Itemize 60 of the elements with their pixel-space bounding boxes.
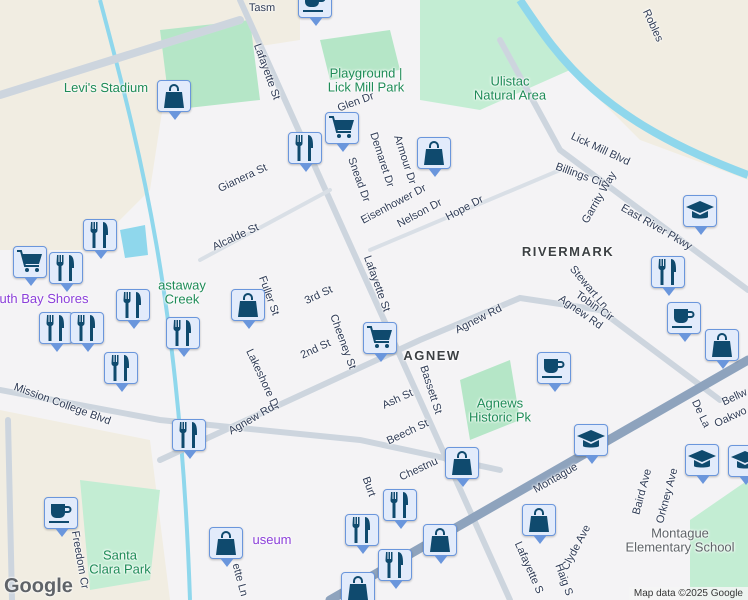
shopping-bag-icon	[451, 451, 473, 475]
fork-knife-icon	[384, 552, 406, 578]
street-label: Bellw	[720, 387, 748, 408]
fork-knife-icon	[55, 255, 77, 281]
graduation-cap-icon	[577, 430, 605, 450]
place-label: useum	[252, 533, 292, 547]
street-label: Burt	[359, 476, 377, 498]
street-label: Tasm	[248, 3, 276, 15]
street-label: 3rd St	[303, 284, 335, 308]
street-label: Glen Dr	[336, 91, 376, 115]
coffee-cup-icon	[672, 307, 696, 329]
place-label: Playground | Lick Mill Park	[328, 66, 404, 94]
street-label: Hope Dr	[444, 194, 486, 224]
district-label: RIVERMARK	[522, 245, 614, 259]
place-label: Ulistac Natural Area	[474, 74, 546, 102]
graduation-cap-icon	[688, 450, 716, 470]
place-label: Agnews Historic Pk	[468, 396, 532, 424]
shopping-bag-icon	[237, 293, 259, 317]
fork-knife-icon	[657, 259, 679, 285]
shopping-bag-icon	[163, 84, 185, 108]
shopping-cart-icon	[329, 116, 355, 140]
street-label: Fuller St	[256, 274, 280, 318]
street-label: Orkney Ave	[655, 467, 681, 525]
fork-knife-icon	[76, 315, 98, 341]
street-label: Bassett St	[416, 364, 444, 416]
fork-knife-icon	[110, 355, 132, 381]
place-label: Santa Clara Park	[89, 548, 151, 576]
graduation-cap-icon	[686, 201, 714, 221]
fork-knife-icon	[351, 517, 373, 543]
place-label: astaway Creek	[158, 278, 206, 306]
shopping-cart-icon	[367, 326, 393, 350]
coffee-cup-icon	[49, 502, 73, 524]
place-label: uth Bay Shores	[0, 292, 88, 306]
fork-knife-icon	[45, 315, 67, 341]
shopping-bag-icon	[423, 141, 445, 165]
fork-knife-icon	[389, 492, 411, 518]
fork-knife-icon	[178, 422, 200, 448]
lake-drawing	[120, 225, 148, 258]
street-label: ette Ln	[229, 562, 249, 598]
shopping-bag-icon	[528, 508, 550, 532]
shopping-bag-icon	[429, 528, 451, 552]
shopping-bag-icon	[711, 333, 733, 357]
place-label: Montague Elementary School	[625, 526, 735, 554]
street-label: 2nd St	[299, 338, 333, 362]
shopping-bag-icon	[347, 576, 369, 600]
place-label: Levi's Stadium	[64, 81, 148, 95]
fork-knife-icon	[172, 320, 194, 346]
street-label: Beech St	[385, 418, 431, 448]
coffee-cup-icon	[542, 357, 566, 379]
fork-knife-icon	[89, 222, 111, 248]
street-label: Ash St	[380, 388, 416, 412]
street-label: De La	[688, 398, 712, 430]
fork-knife-icon	[122, 292, 144, 318]
shopping-bag-icon	[215, 531, 237, 555]
district-label: AGNEW	[403, 349, 461, 363]
shopping-cart-icon	[17, 250, 43, 274]
map-logo: Google	[4, 575, 73, 598]
street-label: Baird Ave	[631, 468, 655, 516]
street-label: Oakwo	[713, 406, 748, 430]
fork-knife-icon	[294, 135, 316, 161]
